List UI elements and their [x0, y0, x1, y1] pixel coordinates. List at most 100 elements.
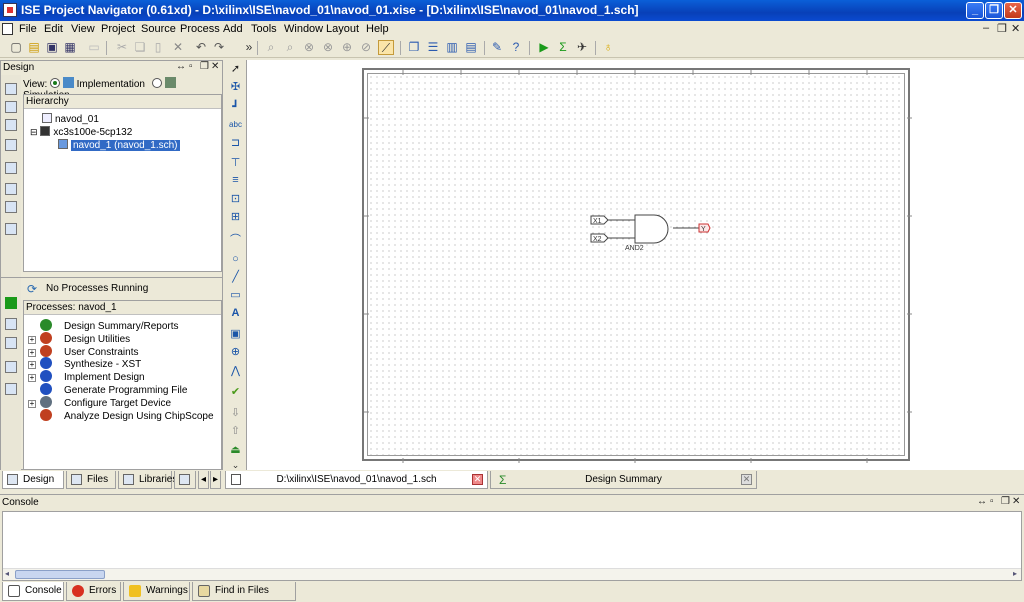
- implementation-radio[interactable]: [50, 78, 61, 88]
- menu-add[interactable]: Add: [223, 23, 243, 35]
- scroll-left-icon[interactable]: ◂: [5, 569, 9, 578]
- expand-icon[interactable]: +: [28, 361, 36, 370]
- zoom-in-icon[interactable]: ⌕: [263, 40, 279, 55]
- copy-icon[interactable]: ❏: [132, 40, 148, 55]
- mdi-close-icon[interactable]: ✕: [1011, 22, 1020, 35]
- properties-icon[interactable]: ✎: [489, 40, 505, 55]
- tree-item-device[interactable]: ⊟ xc3s100e-5cp132: [30, 126, 132, 138]
- push-into-icon[interactable]: ⇩: [228, 406, 243, 420]
- add-text-icon[interactable]: A: [228, 306, 243, 320]
- scroll-thumb[interactable]: [15, 570, 105, 579]
- cut-icon[interactable]: ✂: [114, 40, 130, 55]
- console-restore-icon[interactable]: ▫: [990, 496, 994, 507]
- tab-find-results[interactable]: Find in Files Results: [192, 582, 296, 601]
- zoom-area-icon[interactable]: ⊗: [320, 40, 336, 55]
- menu-project[interactable]: Project: [101, 23, 135, 35]
- menu-process[interactable]: Process: [180, 23, 220, 35]
- tab-libraries[interactable]: Libraries: [118, 471, 177, 489]
- tabs-scroll-left-icon[interactable]: ◂: [198, 471, 209, 489]
- tile-vertical-icon[interactable]: ▥: [444, 40, 460, 55]
- check-schematic-icon[interactable]: ✔: [228, 385, 243, 399]
- save-all-icon[interactable]: ▦: [62, 40, 78, 55]
- tab-errors[interactable]: Errors: [66, 582, 121, 601]
- simulation-radio[interactable]: [151, 78, 162, 88]
- expand-icon[interactable]: +: [28, 335, 36, 344]
- process-properties-icon[interactable]: [5, 383, 17, 395]
- panel-close-icon[interactable]: ✕: [211, 61, 219, 72]
- collapse-icon[interactable]: ⊟: [30, 127, 38, 137]
- add-rectangle-icon[interactable]: ▭: [228, 288, 243, 302]
- zoom-selection-icon[interactable]: ⊕: [339, 40, 355, 55]
- input-marker-x1[interactable]: X1: [590, 215, 609, 225]
- summary-icon[interactable]: Σ: [555, 40, 571, 55]
- process-item[interactable]: Analyze Design Using ChipScope: [28, 408, 214, 422]
- expand-icon[interactable]: +: [28, 374, 36, 383]
- chip-icon[interactable]: [5, 183, 17, 195]
- add-bus-tap-icon[interactable]: ⊤: [228, 156, 243, 170]
- tab-design-summary[interactable]: Σ Design Summary ✕: [490, 471, 757, 489]
- table-icon[interactable]: [5, 223, 17, 235]
- add-net-name-icon[interactable]: ✠: [228, 80, 243, 94]
- add-source-icon[interactable]: [5, 101, 17, 113]
- tab-console[interactable]: Console: [2, 582, 64, 601]
- console-maximize-icon[interactable]: ❐: [1001, 496, 1010, 507]
- add-line-icon[interactable]: ╱: [228, 270, 243, 284]
- console-close-icon[interactable]: ✕: [1012, 496, 1020, 507]
- console-float-icon[interactable]: ↔: [977, 496, 987, 507]
- more-tools-icon[interactable]: ⌄: [228, 458, 243, 472]
- process-item[interactable]: + Design Utilities: [28, 331, 130, 345]
- process-item[interactable]: + Configure Target Device: [28, 395, 171, 409]
- add-wire-icon[interactable]: ┛: [228, 100, 243, 114]
- menu-window[interactable]: Window: [284, 23, 323, 35]
- document-icon[interactable]: [2, 23, 13, 35]
- undo-icon[interactable]: ↶: [193, 40, 209, 55]
- tab-more[interactable]: [174, 471, 196, 489]
- schematic-canvas[interactable]: X1 X2 AND2 Y: [246, 60, 1024, 470]
- process-tree-icon[interactable]: [5, 318, 17, 330]
- menu-file[interactable]: File: [19, 23, 37, 35]
- close-button[interactable]: ✕: [1004, 2, 1022, 19]
- open-icon[interactable]: ▤: [26, 40, 42, 55]
- tree-item-project[interactable]: navod_01: [42, 113, 99, 125]
- process-item[interactable]: Design Summary/Reports: [28, 319, 178, 332]
- select-icon[interactable]: ➚: [228, 62, 243, 76]
- tree-item-schematic[interactable]: navod_1 (navod_1.sch): [58, 139, 180, 151]
- expand-icon[interactable]: +: [28, 348, 36, 357]
- redo-icon[interactable]: ↷: [211, 40, 227, 55]
- mirror-icon[interactable]: ⋀: [228, 364, 243, 378]
- help-icon[interactable]: ?: [508, 40, 524, 55]
- print-icon[interactable]: ▭: [86, 40, 102, 55]
- menu-view[interactable]: View: [71, 23, 95, 35]
- process-item[interactable]: + Implement Design: [28, 370, 145, 383]
- add-io-marker-icon[interactable]: ≡: [228, 173, 243, 187]
- schematic-sheet[interactable]: X1 X2 AND2 Y: [362, 68, 912, 463]
- delete-icon[interactable]: ✕: [170, 40, 186, 55]
- lightbulb-icon[interactable]: ♁: [600, 40, 616, 55]
- add-text-abc-icon[interactable]: abc: [228, 118, 243, 132]
- zoom-out-icon[interactable]: ⌕: [282, 40, 298, 55]
- add-bus-icon[interactable]: ⊐: [228, 136, 243, 150]
- scroll-right-icon[interactable]: ▸: [1013, 569, 1017, 578]
- add-arc-icon[interactable]: ⌒: [228, 233, 243, 247]
- menu-layout[interactable]: Layout: [326, 23, 359, 35]
- menu-edit[interactable]: Edit: [44, 23, 63, 35]
- minimize-button[interactable]: _: [966, 2, 984, 19]
- wire-tool-icon[interactable]: ⟋: [378, 40, 394, 55]
- process-item[interactable]: + Synthesize - XST: [28, 357, 141, 370]
- rotate-icon[interactable]: ⊕: [228, 345, 243, 359]
- probe-icon[interactable]: ✈: [574, 40, 590, 55]
- tabs-scroll-right-icon[interactable]: ▸: [210, 471, 221, 489]
- paste-icon[interactable]: ▯: [150, 40, 166, 55]
- pan-icon[interactable]: ⊘: [358, 40, 374, 55]
- menu-help[interactable]: Help: [366, 23, 389, 35]
- add-copy-icon[interactable]: [5, 119, 17, 131]
- new-icon[interactable]: ▢: [8, 40, 24, 55]
- add-symbol-icon[interactable]: ⊡: [228, 192, 243, 206]
- tile-horizontal-icon[interactable]: ☰: [425, 40, 441, 55]
- cascade-windows-icon[interactable]: ❐: [406, 40, 422, 55]
- process-item[interactable]: Generate Programming File: [28, 383, 187, 396]
- maximize-button[interactable]: ❐: [985, 2, 1003, 19]
- and-gate[interactable]: AND2: [625, 214, 669, 252]
- console-output[interactable]: ◂ ▸: [2, 511, 1022, 581]
- add-attribute-icon[interactable]: ▣: [228, 327, 243, 341]
